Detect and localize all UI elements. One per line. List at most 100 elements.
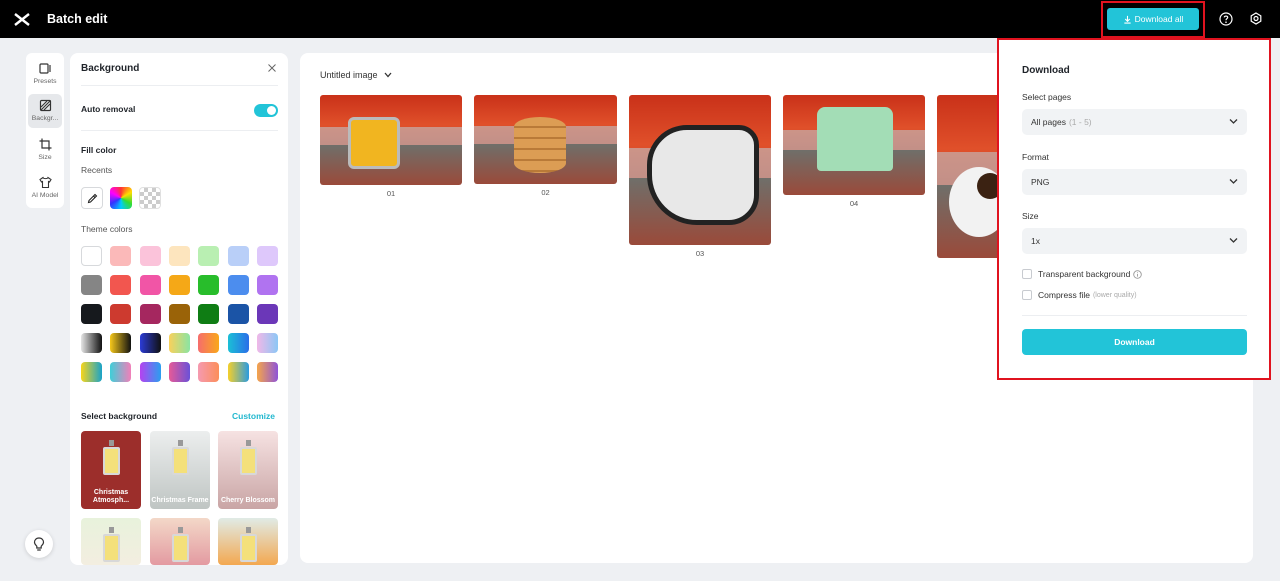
background-card[interactable] — [81, 518, 141, 565]
color-swatch[interactable] — [256, 246, 278, 266]
color-swatch[interactable] — [139, 246, 161, 266]
color-swatch[interactable] — [110, 333, 132, 353]
color-swatch[interactable] — [110, 246, 132, 266]
chevron-down-icon — [1229, 179, 1238, 184]
color-swatch[interactable] — [81, 304, 102, 324]
color-swatch[interactable] — [81, 246, 102, 266]
rail-label: AI Model — [31, 192, 59, 199]
rail-label: Backgr... — [31, 115, 59, 122]
background-card-label: Cherry Blossom — [220, 497, 276, 504]
page-title: Batch edit — [47, 12, 108, 26]
color-picker-button[interactable] — [110, 187, 132, 209]
close-icon[interactable] — [268, 64, 276, 72]
capcut-logo-icon[interactable] — [13, 11, 31, 28]
color-swatch[interactable] — [198, 362, 220, 382]
page-thumbnail-1[interactable] — [320, 95, 462, 185]
background-card-label: Christmas Frame — [151, 497, 209, 504]
presets-icon — [38, 63, 51, 74]
info-icon[interactable] — [1133, 269, 1143, 279]
color-swatch[interactable] — [81, 333, 102, 353]
color-swatch[interactable] — [168, 362, 190, 382]
color-swatch[interactable] — [168, 275, 190, 295]
page-number: 01 — [386, 189, 396, 198]
background-icon — [39, 99, 51, 112]
compress-file-option: Compress file (lower quality) — [1038, 290, 1137, 300]
page-number: 04 — [849, 199, 859, 208]
rail-item-background[interactable]: Backgr... — [28, 94, 62, 128]
divider — [81, 85, 278, 86]
color-swatch[interactable] — [110, 362, 132, 382]
tips-button[interactable] — [25, 530, 53, 558]
biscuit-stack-image — [514, 117, 566, 173]
color-swatch[interactable] — [139, 275, 161, 295]
rail-item-size[interactable]: Size — [28, 133, 62, 167]
format-dropdown[interactable]: PNG — [1022, 169, 1247, 195]
format-value: PNG — [1031, 177, 1050, 187]
color-swatch[interactable] — [256, 362, 278, 382]
size-dropdown[interactable]: 1x — [1022, 228, 1247, 254]
select-pages-label: Select pages — [1022, 92, 1072, 102]
color-swatch[interactable] — [81, 362, 102, 382]
rail-label: Presets — [33, 78, 57, 85]
chevron-down-icon — [384, 72, 392, 78]
customize-link[interactable]: Customize — [232, 411, 275, 421]
color-swatch[interactable] — [110, 275, 132, 295]
color-swatch[interactable] — [139, 362, 161, 382]
doc-title-dropdown[interactable]: Untitled image — [320, 70, 392, 80]
color-swatch[interactable] — [139, 304, 161, 324]
color-swatch[interactable] — [227, 304, 249, 324]
color-swatch[interactable] — [198, 246, 220, 266]
top-bar: Batch edit Download all — [0, 0, 1280, 38]
color-swatch[interactable] — [110, 304, 132, 324]
color-swatch[interactable] — [139, 333, 161, 353]
color-swatch[interactable] — [198, 304, 220, 324]
format-label: Format — [1022, 152, 1049, 162]
select-pages-hint: (1 - 5) — [1068, 117, 1092, 127]
left-rail: Presets Backgr... Size AI Model — [26, 53, 64, 208]
chevron-down-icon — [1229, 238, 1238, 243]
auto-removal-label: Auto removal — [81, 104, 136, 114]
page-thumbnail-4[interactable] — [783, 95, 925, 195]
help-icon[interactable] — [1219, 12, 1233, 26]
color-swatch[interactable] — [227, 275, 249, 295]
rail-item-ai-model[interactable]: AI Model — [28, 171, 62, 205]
page-thumbnail-2[interactable] — [474, 95, 617, 184]
transparent-swatch[interactable] — [139, 187, 161, 209]
background-card[interactable] — [218, 518, 278, 565]
color-swatch[interactable] — [227, 362, 249, 382]
download-panel-title: Download — [1022, 65, 1070, 76]
page-number: 02 — [541, 188, 550, 197]
settings-icon[interactable] — [1249, 12, 1263, 26]
background-card[interactable]: Christmas Frame — [150, 431, 210, 509]
download-button[interactable]: Download — [1022, 329, 1247, 355]
color-swatch[interactable] — [256, 275, 278, 295]
divider — [1022, 315, 1247, 316]
color-swatch[interactable] — [256, 333, 278, 353]
rail-item-presets[interactable]: Presets — [28, 57, 62, 91]
auto-removal-toggle[interactable] — [254, 104, 278, 117]
transparent-background-checkbox[interactable] — [1022, 269, 1032, 279]
color-swatch[interactable] — [168, 246, 190, 266]
background-card[interactable]: Cherry Blossom — [218, 431, 278, 509]
select-pages-dropdown[interactable]: All pages (1 - 5) — [1022, 109, 1247, 135]
color-swatch[interactable] — [81, 275, 102, 295]
color-swatch[interactable] — [227, 246, 249, 266]
background-card[interactable] — [150, 518, 210, 565]
perfume-bottle-image — [172, 440, 189, 475]
background-card[interactable]: Christmas Atmosph... — [81, 431, 141, 509]
color-swatch[interactable] — [227, 333, 249, 353]
color-swatch[interactable] — [198, 275, 220, 295]
color-swatch[interactable] — [168, 333, 190, 353]
page-thumbnail-3[interactable] — [629, 95, 771, 245]
color-swatch[interactable] — [256, 304, 278, 324]
divider — [81, 130, 278, 131]
select-pages-value: All pages — [1031, 117, 1066, 127]
perfume-bottle-image — [172, 527, 189, 562]
compress-file-checkbox[interactable] — [1022, 290, 1032, 300]
compress-file-hint: (lower quality) — [1092, 291, 1137, 299]
color-swatch[interactable] — [168, 304, 190, 324]
perfume-bottle-image — [103, 527, 120, 562]
color-swatch[interactable] — [198, 333, 220, 353]
eyedropper-button[interactable] — [81, 187, 103, 209]
size-value: 1x — [1031, 236, 1040, 246]
